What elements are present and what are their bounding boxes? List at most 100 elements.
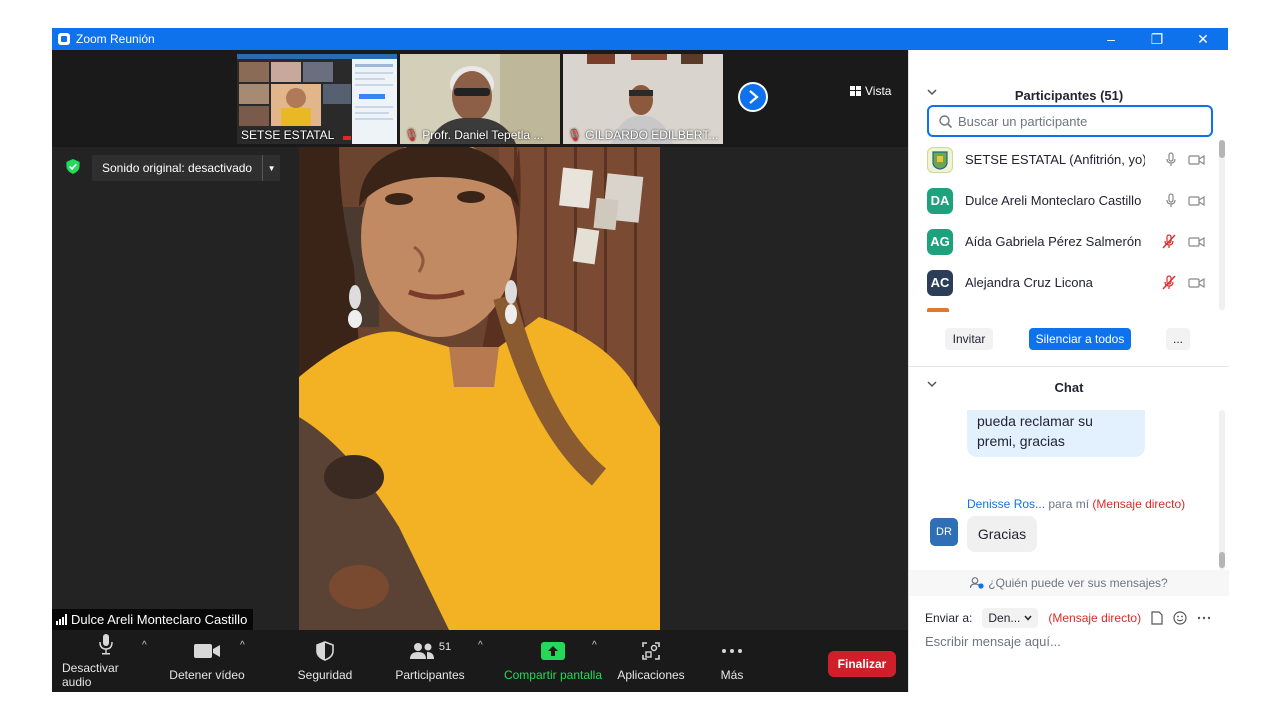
search-placeholder: Buscar un participante xyxy=(958,113,1088,129)
speaker-stage: Sonido original: desactivado ▼ Dulce Are… xyxy=(52,147,908,630)
end-meeting-button[interactable]: Finalizar xyxy=(828,651,896,677)
security-button[interactable]: Seguridad xyxy=(288,630,362,692)
participants-more-button[interactable]: ... xyxy=(1166,328,1190,350)
next-page-button[interactable] xyxy=(738,82,768,112)
share-caret-icon[interactable]: ^ xyxy=(592,640,597,651)
participant-status-icons xyxy=(1145,234,1205,249)
divider xyxy=(909,366,1229,367)
grid-view-icon xyxy=(850,86,861,96)
close-button[interactable]: ✕ xyxy=(1180,28,1226,50)
participants-scrollbar-thumb[interactable] xyxy=(1219,140,1225,158)
who-can-see-messages-link[interactable]: ¿Quién puede ver sus mensajes? xyxy=(909,570,1229,596)
participant-search-input[interactable]: Buscar un participante xyxy=(927,105,1213,137)
mic-muted-icon xyxy=(1162,234,1176,249)
participant-row[interactable]: DA Dulce Areli Monteclaro Castillo xyxy=(909,180,1219,221)
chat-message-bubble: pueda reclamar su premi, gracias xyxy=(967,410,1145,457)
chat-header: Chat xyxy=(909,376,1229,398)
send-to-row: Enviar a: Den... (Mensaje directo) xyxy=(925,608,1211,628)
thumbnail-setse-estatal[interactable]: SETSE ESTATAL xyxy=(237,54,397,144)
microphone-icon xyxy=(1166,152,1176,166)
dropdown-arrow-icon[interactable]: ▼ xyxy=(262,155,280,181)
chat-sender[interactable]: Denisse Ros... xyxy=(967,497,1045,511)
participants-scrollbar-track[interactable] xyxy=(1219,140,1225,310)
share-screen-label: Compartir pantalla xyxy=(503,668,603,682)
share-screen-button[interactable]: Compartir pantalla xyxy=(500,630,606,692)
send-to-dropdown[interactable]: Den... xyxy=(982,608,1039,628)
apps-button[interactable]: Aplicaciones xyxy=(612,630,690,692)
next-participant-avatar-edge xyxy=(927,308,949,312)
mute-audio-button[interactable]: Desactivar audio xyxy=(62,630,150,692)
participant-name: Alejandra Cruz Licona xyxy=(965,275,1093,290)
encryption-shield-icon[interactable] xyxy=(66,159,80,174)
participants-title: Participantes (51) xyxy=(1014,87,1124,103)
meeting-toolbar: Desactivar audio ^ Detener vídeo ^ Segur… xyxy=(52,630,908,692)
camera-icon xyxy=(194,640,220,662)
chat-more-icon[interactable] xyxy=(1197,616,1211,620)
security-label: Seguridad xyxy=(297,668,353,682)
chat-recipient: para mí xyxy=(1048,497,1090,511)
thumbnail-name: 🎙 GILDARDO EDILBERT... xyxy=(567,128,719,142)
emoji-icon[interactable] xyxy=(1173,611,1187,625)
mute-all-button[interactable]: Silenciar a todos xyxy=(1029,328,1131,350)
send-to-direct-tag: (Mensaje directo) xyxy=(1048,611,1142,625)
video-options-caret-icon[interactable]: ^ xyxy=(240,640,245,651)
who-can-see-label: ¿Quién puede ver sus mensajes? xyxy=(988,576,1168,590)
participant-row[interactable]: SETSE ESTATAL (Anfitrión, yo) xyxy=(909,139,1219,180)
mute-audio-label: Desactivar audio xyxy=(62,661,119,689)
camera-icon xyxy=(1188,277,1205,288)
participant-name: Aída Gabriela Pérez Salmerón xyxy=(965,234,1142,249)
participant-row[interactable]: AC Alejandra Cruz Licona xyxy=(909,262,1219,303)
avatar: AC xyxy=(927,269,953,296)
thumbnail-gildardo[interactable]: 🎙 GILDARDO EDILBERT... xyxy=(563,54,723,144)
participants-button[interactable]: 51 Participantes xyxy=(390,630,470,692)
participant-count: 51 xyxy=(438,641,452,653)
camera-icon xyxy=(1188,236,1205,247)
send-to-label: Enviar a: xyxy=(925,611,973,625)
stop-video-label: Detener vídeo xyxy=(169,668,245,682)
camera-icon xyxy=(1188,154,1205,165)
share-screen-icon xyxy=(541,640,565,662)
window-title: Zoom Reunión xyxy=(76,32,155,46)
stop-video-button[interactable]: Detener vídeo xyxy=(164,630,250,692)
chat-scrollbar-thumb[interactable] xyxy=(1219,552,1225,568)
apps-icon xyxy=(642,640,660,662)
view-button[interactable]: Vista xyxy=(850,84,891,98)
participant-name: SETSE ESTATAL (Anfitrión, yo) xyxy=(965,152,1145,167)
file-icon[interactable] xyxy=(1151,611,1163,625)
zoom-app-icon xyxy=(58,33,70,45)
title-bar: Zoom Reunión – ❐ ✕ xyxy=(52,28,1228,50)
microphone-icon xyxy=(1166,193,1176,207)
chat-message-line: pueda reclamar su xyxy=(977,413,1093,429)
user-lock-icon xyxy=(970,577,984,589)
chat-message-line: premi, gracias xyxy=(977,433,1065,449)
camera-icon xyxy=(1188,195,1205,206)
zoom-window: Zoom Reunión – ❐ ✕ SETSE ESTATAL 🎙 Profr… xyxy=(52,28,1229,692)
chat-message-input[interactable]: Escribir mensaje aquí... xyxy=(925,634,1215,656)
mic-muted-icon xyxy=(1162,275,1176,290)
participants-caret-icon[interactable]: ^ xyxy=(478,640,483,651)
participant-status-icons xyxy=(1145,193,1205,208)
restore-button[interactable]: ❐ xyxy=(1134,28,1180,50)
thumbnail-name: 🎙 Profr. Daniel Tepetla ... xyxy=(404,128,544,142)
minimize-button[interactable]: – xyxy=(1088,28,1134,50)
participant-row[interactable]: AG Aída Gabriela Pérez Salmerón xyxy=(909,221,1219,262)
collapse-chevron-icon[interactable] xyxy=(927,380,937,391)
mic-muted-icon: 🎙 xyxy=(567,128,583,142)
thumbnail-name: SETSE ESTATAL xyxy=(241,128,335,142)
security-shield-icon xyxy=(316,640,334,662)
more-button[interactable]: Más xyxy=(708,630,756,692)
apps-label: Aplicaciones xyxy=(617,668,685,682)
invite-button[interactable]: Invitar xyxy=(945,328,993,350)
collapse-chevron-icon[interactable] xyxy=(927,88,937,99)
thumbnail-daniel-tepetla[interactable]: 🎙 Profr. Daniel Tepetla ... xyxy=(400,54,560,144)
more-label: Más xyxy=(720,668,744,682)
original-sound-toggle[interactable]: Sonido original: desactivado ▼ xyxy=(92,155,281,181)
chat-title: Chat xyxy=(1054,379,1084,395)
chevron-down-icon xyxy=(1024,615,1032,621)
send-to-value: Den... xyxy=(988,611,1021,625)
avatar xyxy=(927,146,953,173)
chat-scrollbar-track[interactable] xyxy=(1219,410,1225,570)
participants-header: Participantes (51) xyxy=(909,84,1229,106)
speaker-video-frame xyxy=(299,147,660,630)
audio-options-caret-icon[interactable]: ^ xyxy=(142,640,147,651)
